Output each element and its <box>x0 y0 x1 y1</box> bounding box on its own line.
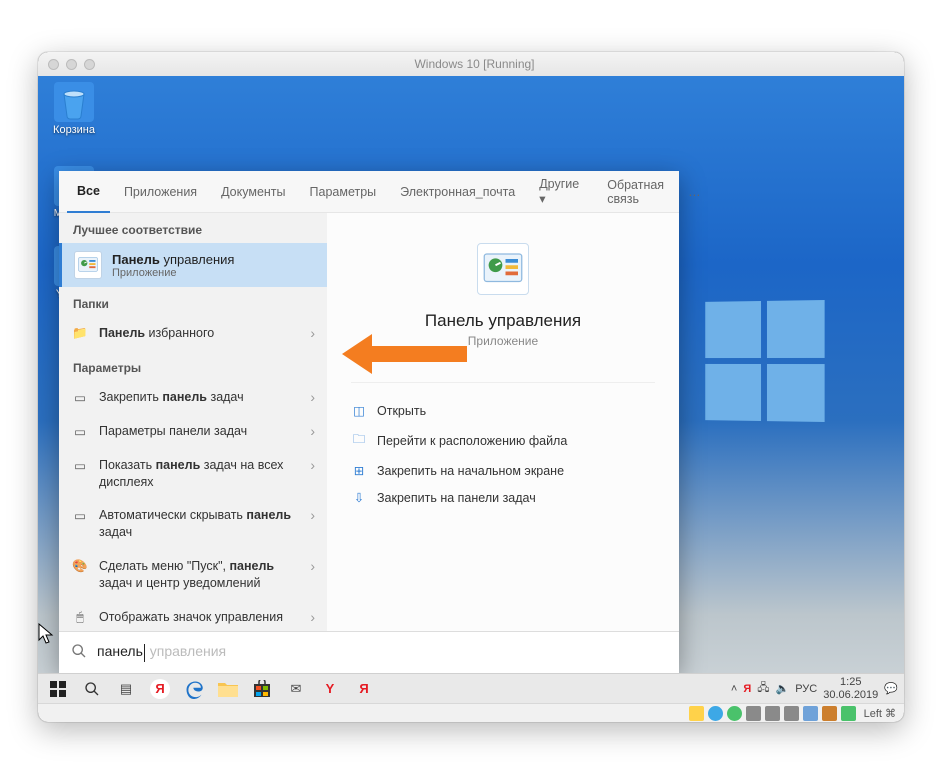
tab-email[interactable]: Электронная_почта <box>390 171 525 213</box>
start-button[interactable] <box>44 676 72 702</box>
best-match-title-rest: управления <box>160 252 235 267</box>
zoom-icon[interactable] <box>84 59 95 70</box>
windows-logo-wallpaper <box>705 300 824 422</box>
vm-shared-icon[interactable] <box>784 706 799 721</box>
settings-result[interactable]: ▭ Автоматически скрывать панель задач › <box>59 499 327 550</box>
best-match-control-panel[interactable]: Панель управления Приложение <box>59 243 327 287</box>
recycle-bin-icon <box>54 82 94 122</box>
vm-host-toolbar: Left ⌘ <box>38 703 904 722</box>
taskbar-app-store[interactable] <box>248 676 276 702</box>
chevron-right-icon: › <box>310 389 315 405</box>
chevron-right-icon: › <box>310 609 315 625</box>
search-button[interactable] <box>78 676 106 702</box>
tab-more[interactable]: Другие ▾ <box>529 171 589 213</box>
settings-result[interactable]: 🎨 Сделать меню "Пуск", панель задач и це… <box>59 550 327 601</box>
host-window-title: Windows 10 [Running] <box>95 57 854 71</box>
pin-taskbar-icon: ⇩ <box>351 490 367 505</box>
search-detail-pane: Панель управления Приложение ◫ Открыть 🗀… <box>327 213 679 631</box>
minimize-icon[interactable] <box>66 59 77 70</box>
detail-title: Панель управления <box>351 311 655 331</box>
search-input[interactable]: панель управления <box>59 631 679 673</box>
search-icon <box>71 643 87 662</box>
tray-yandex-icon[interactable]: Я <box>743 683 751 695</box>
taskbar-app-mail[interactable]: ✉ <box>282 676 310 702</box>
tab-apps[interactable]: Приложения <box>114 171 207 213</box>
desktop-icon-recycle-bin[interactable]: Корзина <box>44 82 104 136</box>
taskbar: ▤ Я ✉ Y Я ˄ Я 🖧 🔈 РУС 1:25 30.06.2019 💬 <box>38 673 904 703</box>
settings-result[interactable]: ▭ Параметры панели задач › <box>59 415 327 449</box>
search-ghost-text: управления <box>146 643 226 659</box>
tray-volume-icon[interactable]: 🔈 <box>776 682 790 695</box>
taskbar-icon: ▭ <box>71 458 89 473</box>
taskbar-app-yandex2[interactable]: Я <box>350 676 378 702</box>
chevron-right-icon: › <box>310 558 315 574</box>
location-icon: 🗀 <box>351 430 367 451</box>
vm-disk-icon[interactable] <box>708 706 723 721</box>
taskbar-app-explorer[interactable] <box>214 676 242 702</box>
host-window: Windows 10 [Running] Корзина Microsoft E… <box>38 52 904 722</box>
tray-notifications-icon[interactable]: 💬 <box>884 682 898 695</box>
action-pin-taskbar[interactable]: ⇩ Закрепить на панели задач <box>351 484 655 511</box>
taskbar-app-yandex-browser[interactable]: Y <box>316 676 344 702</box>
chevron-right-icon: › <box>310 457 315 473</box>
start-search-panel: Все Приложения Документы Параметры Элект… <box>59 171 679 673</box>
chevron-right-icon: › <box>310 423 315 439</box>
tray-clock[interactable]: 1:25 30.06.2019 <box>823 676 878 700</box>
vm-display-icon[interactable] <box>803 706 818 721</box>
tray-network-icon[interactable]: 🖧 <box>757 679 769 698</box>
annotation-arrow-icon <box>342 329 472 382</box>
taskbar-icon: ▭ <box>71 390 89 405</box>
host-titlebar: Windows 10 [Running] <box>38 52 904 76</box>
mouse-icon: 🖱 <box>71 610 89 625</box>
control-panel-icon <box>477 243 529 295</box>
section-folders: Папки <box>59 287 327 317</box>
taskbar-app-yandex[interactable]: Я <box>146 676 174 702</box>
vm-network-icon[interactable] <box>746 706 761 721</box>
tab-settings[interactable]: Параметры <box>300 171 387 213</box>
close-icon[interactable] <box>48 59 59 70</box>
search-results-list: Лучшее соответствие Панель управления Пр… <box>59 213 327 631</box>
folder-result-favorites-panel[interactable]: 📁 Панель избранного › <box>59 317 327 351</box>
action-pin-start[interactable]: ⊞ Закрепить на начальном экране <box>351 457 655 484</box>
pin-start-icon: ⊞ <box>351 463 367 478</box>
chevron-right-icon: › <box>310 507 315 523</box>
task-view-button[interactable]: ▤ <box>112 676 140 702</box>
settings-result[interactable]: ▭ Закрепить панель задач › <box>59 381 327 415</box>
best-match-title-bold: Панель <box>112 252 160 267</box>
guest-desktop[interactable]: Корзина Microsoft Edge Yandex Все Прилож… <box>38 76 904 703</box>
system-tray: ˄ Я 🖧 🔈 РУС 1:25 30.06.2019 💬 <box>731 676 898 700</box>
desktop-icon-label: Корзина <box>44 124 104 136</box>
vm-optical-icon[interactable] <box>727 706 742 721</box>
folder-icon: 📁 <box>71 326 89 341</box>
chevron-right-icon: › <box>310 325 315 341</box>
vm-indicator-icon[interactable] <box>689 706 704 721</box>
vm-status-icon[interactable] <box>841 706 856 721</box>
action-open[interactable]: ◫ Открыть <box>351 397 655 424</box>
taskbar-icon: ▭ <box>71 508 89 523</box>
settings-result[interactable]: ▭ Показать панель задач на всех дисплеях… <box>59 449 327 500</box>
tab-ellipsis[interactable]: … <box>678 171 711 213</box>
search-tabs: Все Приложения Документы Параметры Элект… <box>59 171 679 213</box>
tab-all[interactable]: Все <box>67 171 110 213</box>
section-best-match: Лучшее соответствие <box>59 213 327 243</box>
taskbar-icon: ▭ <box>71 424 89 439</box>
best-match-subtitle: Приложение <box>112 267 234 279</box>
open-icon: ◫ <box>351 403 367 418</box>
tray-chevron-up-icon[interactable]: ˄ <box>731 683 737 695</box>
taskbar-app-edge[interactable] <box>180 676 208 702</box>
tray-language[interactable]: РУС <box>795 683 817 695</box>
vm-host-key-label: Left ⌘ <box>864 707 896 720</box>
tab-documents[interactable]: Документы <box>211 171 295 213</box>
action-open-location[interactable]: 🗀 Перейти к расположению файла <box>351 424 655 457</box>
tab-feedback[interactable]: Обратная связь <box>597 171 674 213</box>
palette-icon: 🎨 <box>71 559 89 574</box>
cursor-icon <box>38 623 56 648</box>
search-typed-text: панель <box>97 643 143 659</box>
settings-result[interactable]: 🖱 Отображать значок управления указателе… <box>59 601 327 631</box>
control-panel-icon <box>74 251 102 279</box>
vm-record-icon[interactable] <box>822 706 837 721</box>
section-settings: Параметры <box>59 351 327 381</box>
vm-usb-icon[interactable] <box>765 706 780 721</box>
